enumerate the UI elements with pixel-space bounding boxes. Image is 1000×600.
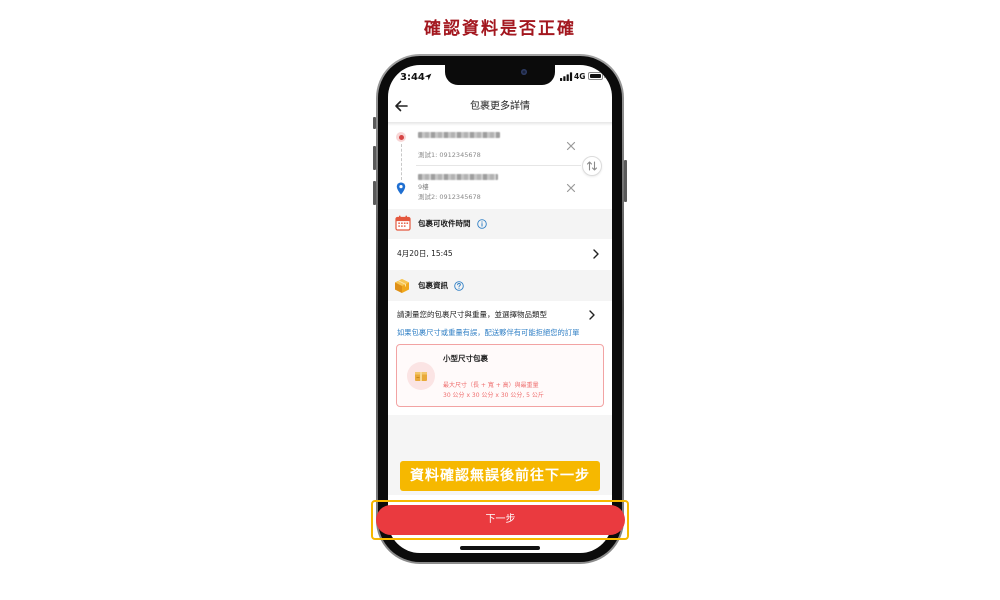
home-indicator — [460, 546, 540, 550]
battery-cap — [603, 74, 605, 78]
stop-divider — [416, 165, 581, 166]
info-icon[interactable] — [477, 219, 487, 229]
close-icon[interactable] — [566, 141, 576, 151]
dropoff-contact: 測試2: 0912345678 — [418, 193, 481, 201]
swap-icon[interactable] — [582, 156, 602, 176]
power-button — [624, 160, 627, 202]
pickup-contact: 測試1: 0912345678 — [418, 151, 481, 159]
pickup-address-redacted[interactable] — [418, 132, 500, 138]
notch — [445, 65, 555, 85]
mute-switch — [373, 117, 376, 129]
callout-label: 資料確認無誤後前往下一步 — [400, 461, 600, 491]
front-camera — [521, 69, 527, 75]
package-size-row[interactable]: 請測量您的包裹尺寸與重量，並選擇物品類型 — [388, 303, 612, 325]
package-option-limit-value: 30 公分 x 30 公分 x 30 公分, 5 公斤 — [443, 392, 544, 399]
volume-up-button — [373, 146, 376, 170]
battery-level — [590, 74, 601, 78]
pickup-dot-core — [398, 134, 404, 140]
package-option-card[interactable]: 小型尺寸包裹 最大尺寸（長 + 寬 + 高）與最重量 30 公分 x 30 公分… — [396, 344, 604, 407]
box-icon — [394, 278, 410, 294]
screen-title: 包裹更多詳情 — [470, 101, 530, 112]
package-icon — [407, 362, 435, 390]
signal-icon — [560, 72, 573, 81]
package-option-name: 小型尺寸包裹 — [443, 354, 488, 363]
location-arrow-icon — [424, 73, 432, 81]
location-pin-icon — [396, 182, 406, 195]
close-icon[interactable] — [566, 183, 576, 193]
pickup-time-value: 4月20日, 15:45 — [397, 249, 453, 258]
help-icon[interactable] — [454, 281, 464, 291]
package-option-limit-label: 最大尺寸（長 + 寬 + 高）與最重量 — [443, 382, 539, 389]
size-warning: 如果包裹尺寸或重量有誤，配送夥伴有可能拒絕您的訂單 — [397, 328, 580, 337]
dropoff-address-redacted[interactable] — [418, 174, 498, 180]
route-connector — [400, 144, 402, 180]
status-time: 3:44 — [400, 72, 425, 83]
network-type: 4G — [574, 72, 586, 81]
volume-down-button — [373, 181, 376, 205]
pickup-time-row[interactable]: 4月20日, 15:45 — [388, 239, 612, 270]
package-size-prompt: 請測量您的包裹尺寸與重量，並選擇物品類型 — [397, 310, 547, 319]
pickup-time-heading: 包裹可收件時間 — [418, 219, 471, 228]
dropoff-floor: 9樓 — [418, 183, 429, 191]
chevron-right-icon — [588, 310, 596, 320]
package-info-heading: 包裹資訊 — [418, 281, 448, 290]
battery-icon — [588, 72, 603, 80]
page-title: 確認資料是否正確 — [424, 19, 576, 39]
header-divider — [388, 122, 612, 126]
chevron-right-icon — [592, 249, 600, 259]
calendar-icon — [395, 215, 411, 231]
button-highlight-frame — [371, 500, 629, 540]
